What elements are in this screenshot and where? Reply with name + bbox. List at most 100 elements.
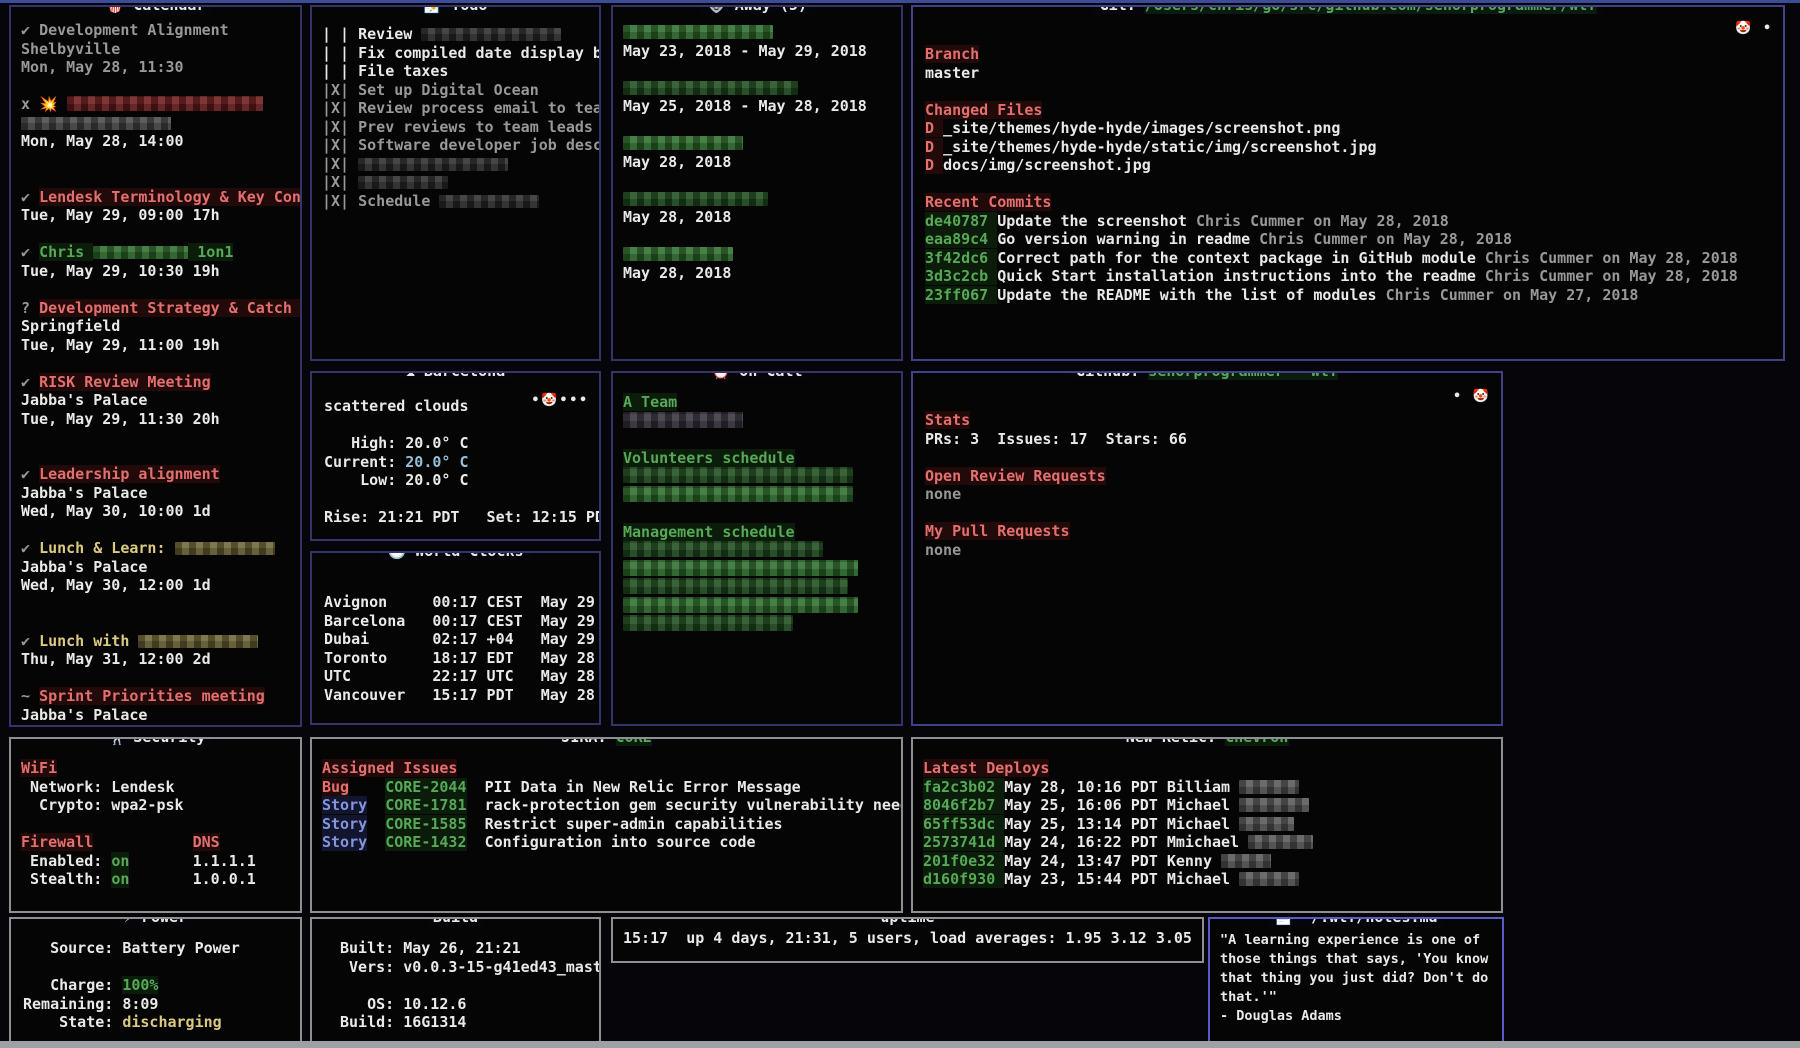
panel-body-security: WiFi Network: Lendesk Crypto: wpa2-psk F… bbox=[11, 739, 300, 911]
terminal-line bbox=[623, 486, 901, 505]
panel-body-jira: Assigned IssuesBug CORE-2044 PII Data in… bbox=[312, 739, 901, 911]
text-run: Development Alignment bbox=[39, 21, 229, 39]
text-run: • bbox=[1753, 21, 1773, 36]
terminal-line bbox=[21, 595, 300, 614]
text-run: Jabba's Palace bbox=[21, 558, 147, 576]
panel-uptime[interactable]: uptime15:17 up 4 days, 21:31, 5 users, l… bbox=[611, 917, 1204, 963]
text-run: May 28, 2018 bbox=[623, 153, 731, 171]
text-run: on bbox=[111, 852, 129, 870]
text-run: Open Review Requests bbox=[925, 467, 1106, 485]
terminal-line: Barcelona 00:17 CEST May 29 bbox=[324, 612, 599, 631]
terminal-line: |X| Prev reviews to team leads bbox=[322, 118, 599, 137]
text-run: Go version warning in readme bbox=[997, 230, 1259, 248]
panel-todo[interactable]: 📝 Todo| | Review | | Fix compiled date d… bbox=[310, 5, 601, 361]
text-run: de40787 bbox=[925, 212, 997, 230]
panel-body-new-relic: Latest Deploysfa2c3b02 May 28, 10:16 PDT… bbox=[913, 739, 1501, 911]
terminal-line: ✔ Lunch with bbox=[21, 632, 300, 651]
text-run: _site/themes/hyde-hyde/static/img/screen… bbox=[943, 138, 1376, 156]
panel-new-relic[interactable]: New Relic: ChevronLatest Deploysfa2c3b02… bbox=[911, 737, 1503, 913]
terminal-line: Avignon 00:17 CEST May 29 bbox=[324, 593, 599, 612]
terminal-line: Wed, May 30, 10:00 1d bbox=[21, 502, 300, 521]
panel-calendar[interactable]: 🍿 Calendar✔ Development AlignmentShelbyv… bbox=[9, 5, 302, 727]
panel-world-clocks[interactable]: 🕐 World ClocksAvignon 00:17 CEST May 29B… bbox=[310, 551, 601, 725]
terminal-line: Mon, May 28, 14:00 bbox=[21, 132, 300, 151]
terminal-line bbox=[23, 958, 300, 977]
terminal-line: Tue, May 29, 11:00 19h bbox=[21, 336, 300, 355]
text-run: State: bbox=[23, 1013, 122, 1031]
text-run: • bbox=[532, 393, 542, 408]
terminal-line: Mon, May 28, 11:30 bbox=[21, 58, 300, 77]
terminal-line: Current: 20.0° C bbox=[324, 453, 599, 472]
terminal-line bbox=[21, 354, 300, 373]
text-run bbox=[129, 870, 192, 888]
panel-title-github: Github: senorprogrammer - wtf bbox=[1068, 371, 1346, 380]
text-run: Lendesk Terminology & Key Conc bbox=[39, 188, 302, 206]
terminal-line: Changed Files bbox=[925, 101, 1783, 120]
panel-security[interactable]: 🤺 SecurityWiFi Network: Lendesk Crypto: … bbox=[9, 737, 302, 913]
text-run: 🤺 bbox=[106, 737, 134, 746]
panel-build[interactable]: BuildBuilt: May 26, 21:21 Vers: v0.0.3-1… bbox=[310, 917, 601, 1045]
text-run: Low: bbox=[324, 471, 405, 489]
panel-body-world-clocks: Avignon 00:17 CEST May 29Barcelona 00:17… bbox=[312, 553, 599, 723]
terminal-line: Latest Deploys bbox=[923, 759, 1501, 778]
panel-notes[interactable]: 📄 ~/.wtf/notes.md"A learning experience … bbox=[1208, 917, 1504, 1045]
panel-away[interactable]: 👽 Away (5)May 23, 2018 - May 29, 2018 Ma… bbox=[611, 5, 903, 361]
text-run: |X| bbox=[322, 173, 358, 191]
panel-on-call[interactable]: ⏰ On CallA Team Volunteers schedule Mana… bbox=[611, 371, 903, 726]
terminal-line: May 28, 2018 bbox=[623, 153, 901, 172]
terminal-line bbox=[623, 134, 901, 153]
terminal-line bbox=[324, 416, 599, 435]
text-run: | | bbox=[322, 25, 358, 43]
text-run: Remaining: 8:09 bbox=[23, 995, 158, 1013]
terminal-line: Source: Battery Power bbox=[23, 939, 300, 958]
panel-github[interactable]: Github: senorprogrammer - wtf• 🤡StatsPRs… bbox=[911, 371, 1503, 726]
text-run: High: bbox=[324, 434, 405, 452]
panel-weather-barcelona[interactable]: ☁ Barcelona•🤡•••scattered clouds High: 2… bbox=[310, 371, 601, 541]
terminal-line bbox=[623, 116, 901, 135]
text-run: |X| bbox=[322, 192, 358, 210]
terminal-line: May 25, 2018 - May 28, 2018 bbox=[623, 97, 901, 116]
text-run: 🍿 bbox=[106, 5, 134, 14]
text-run: eaa89c4 bbox=[925, 230, 997, 248]
text-run: Story bbox=[322, 796, 367, 814]
terminal-line: ✔ Leadership alignment bbox=[21, 465, 300, 484]
text-run: |X| bbox=[322, 136, 358, 154]
terminal-line: Enabled: on 1.1.1.1 bbox=[21, 852, 300, 871]
text-run: "A learning experience is one of bbox=[1220, 932, 1480, 948]
text-run: 8046f2b7 bbox=[923, 796, 1004, 814]
panel-title-calendar: 🍿 Calendar bbox=[98, 5, 214, 14]
terminal-line: 3d3c2cb Quick Start installation instruc… bbox=[925, 267, 1783, 286]
terminal-line bbox=[623, 23, 901, 42]
text-run: 23ff067 bbox=[925, 286, 997, 304]
text-run: Volunteers schedule bbox=[623, 449, 795, 467]
text-run: Barcelona bbox=[424, 371, 505, 380]
text-run bbox=[367, 815, 385, 833]
text-run: 20.0° C bbox=[405, 453, 468, 471]
terminal-line: de40787 Update the screenshot Chris Cumm… bbox=[925, 212, 1783, 231]
panel-jira[interactable]: JIRA: COREAssigned IssuesBug CORE-2044 P… bbox=[310, 737, 903, 913]
panel-git[interactable]: Git: /Users/chris/go/src/github.com/seno… bbox=[911, 5, 1785, 361]
terminal-line: A Team bbox=[623, 393, 901, 412]
redacted-text bbox=[623, 560, 858, 576]
text-run bbox=[129, 852, 192, 870]
text-run: Set up Digital Ocean bbox=[358, 81, 539, 99]
terminal-line: Toronto 18:17 EDT May 28 bbox=[324, 649, 599, 668]
text-run: D bbox=[925, 138, 943, 156]
redacted-text bbox=[623, 615, 793, 631]
terminal-line bbox=[925, 448, 1501, 467]
terminal-line: | | Review bbox=[322, 25, 599, 44]
text-run: |X| bbox=[322, 118, 358, 136]
terminal-line: master bbox=[925, 64, 1783, 83]
panel-power[interactable]: ⚡ Power Source: Battery Power Charge: 10… bbox=[9, 917, 302, 1045]
terminal-line: none bbox=[925, 485, 1501, 504]
text-run: 201f0e32 bbox=[923, 852, 1004, 870]
terminal-line: ✔ Chris 1on1 bbox=[21, 243, 300, 262]
text-run: Prev reviews to team leads bbox=[358, 118, 593, 136]
text-run: Changed Files bbox=[925, 101, 1042, 119]
text-run: - Douglas Adams bbox=[1220, 1008, 1342, 1024]
text-run: 2573741d bbox=[923, 833, 1004, 851]
text-run: ☁ bbox=[406, 371, 424, 380]
terminal-line: fa2c3b02 May 28, 10:16 PDT Billiam bbox=[923, 778, 1501, 797]
terminal-line: My Pull Requests bbox=[925, 522, 1501, 541]
terminal-line: "A learning experience is one of bbox=[1220, 931, 1502, 950]
